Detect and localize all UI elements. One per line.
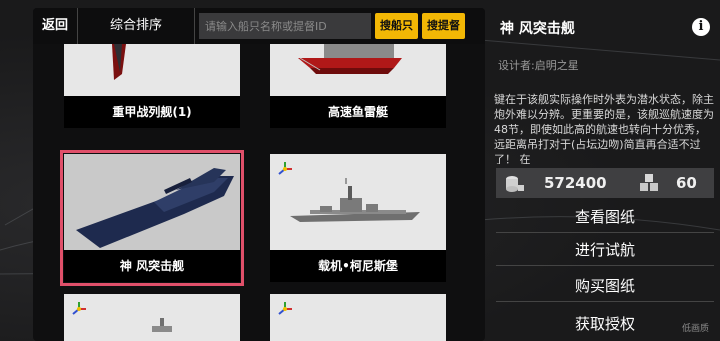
ship-card[interactable]: 高速鱼雷艇 [270, 44, 446, 128]
ship-thumbnail [64, 294, 240, 341]
ship-thumbnail [270, 294, 446, 341]
search-admiral-button[interactable]: 搜提督 [422, 13, 465, 39]
parts-count: 60 [676, 174, 697, 192]
coin-stack-icon [506, 176, 524, 192]
ship-thumbnail [64, 44, 240, 96]
view-blueprint-button[interactable]: 查看图纸 [496, 202, 714, 233]
ship-card[interactable]: 载机•柯尼斯堡 [270, 154, 446, 282]
ship-card[interactable]: 重甲战列舰(1) [64, 44, 240, 128]
search-input[interactable] [199, 13, 371, 39]
ship-card-title: 重甲战列舰(1) [64, 96, 240, 128]
sort-dropdown[interactable]: 综合排序 [78, 8, 195, 44]
designer-label: 设计者:启明之星 [498, 59, 579, 72]
axis-gizmo-icon [72, 302, 86, 315]
ship-grid: 重甲战列舰(1) 高速鱼雷艇 神 风突击舰 载机•柯尼斯堡 [33, 44, 485, 341]
low-quality-label[interactable]: 低画质 [682, 321, 709, 334]
price-value: 572400 [544, 174, 607, 192]
search-ship-button[interactable]: 搜船只 [375, 13, 418, 39]
ship-description: 键在于该舰实际操作时外表为潜水状态，除主炮外难以分辨。更重要的是，该舰巡航速度为… [494, 93, 714, 164]
ship-list-panel: 返回 综合排序 搜船只 搜提督 重甲战列舰(1) [33, 8, 485, 341]
ship-thumbnail [270, 44, 446, 96]
axis-gizmo-icon [278, 162, 292, 175]
ship-card-title: 高速鱼雷艇 [270, 96, 446, 128]
ship-name: 神 风突击舰 [500, 21, 575, 37]
stats-bar: 572400 60 [496, 168, 714, 198]
ship-card[interactable] [64, 294, 240, 341]
info-icon[interactable]: i [692, 18, 710, 36]
ship-card-title: 神 风突击舰 [64, 250, 240, 282]
buy-blueprint-button[interactable]: 购买图纸 [496, 271, 714, 302]
back-button[interactable]: 返回 [33, 8, 78, 44]
ship-thumbnail [64, 154, 240, 250]
ship-card-selected[interactable]: 神 风突击舰 [60, 150, 244, 286]
top-bar: 返回 综合排序 搜船只 搜提督 [33, 8, 485, 44]
test-sail-button[interactable]: 进行试航 [496, 235, 714, 266]
ship-card-title: 载机•柯尼斯堡 [270, 250, 446, 282]
parts-blocks-icon [640, 174, 658, 191]
ship-card[interactable] [270, 294, 446, 341]
axis-gizmo-icon [278, 302, 292, 315]
ship-detail-panel: 神 风突击舰 i 设计者:启明之星 键在于该舰实际操作时外表为潜水状态，除主炮外… [494, 8, 720, 341]
ship-thumbnail [270, 154, 446, 250]
